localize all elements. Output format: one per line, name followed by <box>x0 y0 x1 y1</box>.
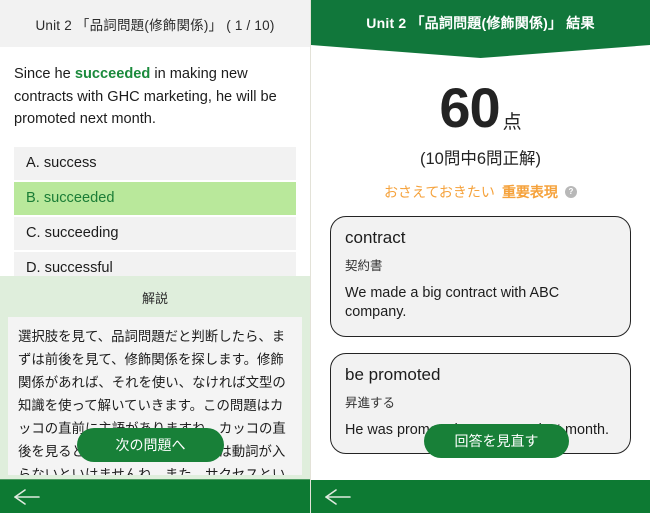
expression-card: contract 契約書 We made a big contract with… <box>330 216 631 337</box>
review-answers-button[interactable]: 回答を見直す <box>424 424 569 458</box>
question-header: Unit 2 「品詞問題(修飾関係)」 ( 1 / 10) <box>0 0 310 47</box>
result-screen: Unit 2 「品詞問題(修飾関係)」 結果 60 点 (10問中6問正解) お… <box>310 0 650 513</box>
score-unit: 点 <box>502 112 522 133</box>
expression-card-japanese: 昇進する <box>345 395 396 410</box>
question-text: Since he succeeded in making new contrac… <box>14 63 296 131</box>
explanation-title: 解説 <box>141 291 168 306</box>
back-arrow-icon[interactable] <box>12 486 42 508</box>
dual-screen-app: Unit 2 「品詞問題(修飾関係)」 ( 1 / 10) Since he s… <box>0 0 650 513</box>
answer-choice-a[interactable]: A. success <box>14 146 296 182</box>
score-number: 60 <box>439 76 500 139</box>
explanation-section: 解説 選択肢を見て、品詞問題だと判断したら、まずは前後を見て、修飾関係を探します… <box>0 276 310 513</box>
question-highlight-word: succeeded <box>74 66 151 82</box>
question-header-title: Unit 2 「品詞問題(修飾関係)」 ( 1 / 10) <box>35 17 275 33</box>
answer-choice-c[interactable]: C. succeeding <box>14 216 296 252</box>
result-header-title: Unit 2 「品詞問題(修飾関係)」 結果 <box>366 15 595 31</box>
score-line: 60 点 <box>311 80 650 136</box>
key-expressions-label-part2: 重要表現 <box>501 184 558 200</box>
answer-choice-b-label: B. succeeded <box>26 189 115 206</box>
question-text-before: Since he <box>14 66 75 82</box>
left-bottom-bar <box>0 479 310 513</box>
answer-choice-d-label: D. successful <box>26 259 113 276</box>
answer-choice-c-label: C. succeeding <box>26 224 119 241</box>
answer-choice-list: A. success B. succeeded C. succeeding D.… <box>14 146 296 287</box>
expression-card-list: contract 契約書 We made a big contract with… <box>311 216 650 455</box>
expression-card-term: be promoted <box>345 364 441 384</box>
result-header: Unit 2 「品詞問題(修飾関係)」 結果 <box>311 0 650 58</box>
help-question-icon[interactable]: ? <box>564 186 577 198</box>
key-expressions-link[interactable]: おさえておきたい 重要表現 ? <box>311 182 650 202</box>
score-detail: (10問中6問正解) <box>419 150 542 168</box>
expression-card-example: We made a big contract with ABC company. <box>345 285 560 321</box>
right-bottom-bar <box>311 480 650 513</box>
next-question-button[interactable]: 次の問題へ <box>77 428 224 462</box>
question-body: Since he succeeded in making new contrac… <box>0 47 310 291</box>
answer-choice-b[interactable]: B. succeeded <box>14 181 296 217</box>
answer-choice-a-label: A. success <box>26 154 97 171</box>
key-expressions-label-part1: おさえておきたい <box>384 184 495 200</box>
question-screen: Unit 2 「品詞問題(修飾関係)」 ( 1 / 10) Since he s… <box>0 0 310 513</box>
back-arrow-icon[interactable] <box>323 486 353 508</box>
expression-card-japanese: 契約書 <box>345 259 383 273</box>
expression-card-term: contract <box>345 228 406 247</box>
score-section: 60 点 (10問中6問正解) おさえておきたい 重要表現 ? <box>311 58 650 202</box>
